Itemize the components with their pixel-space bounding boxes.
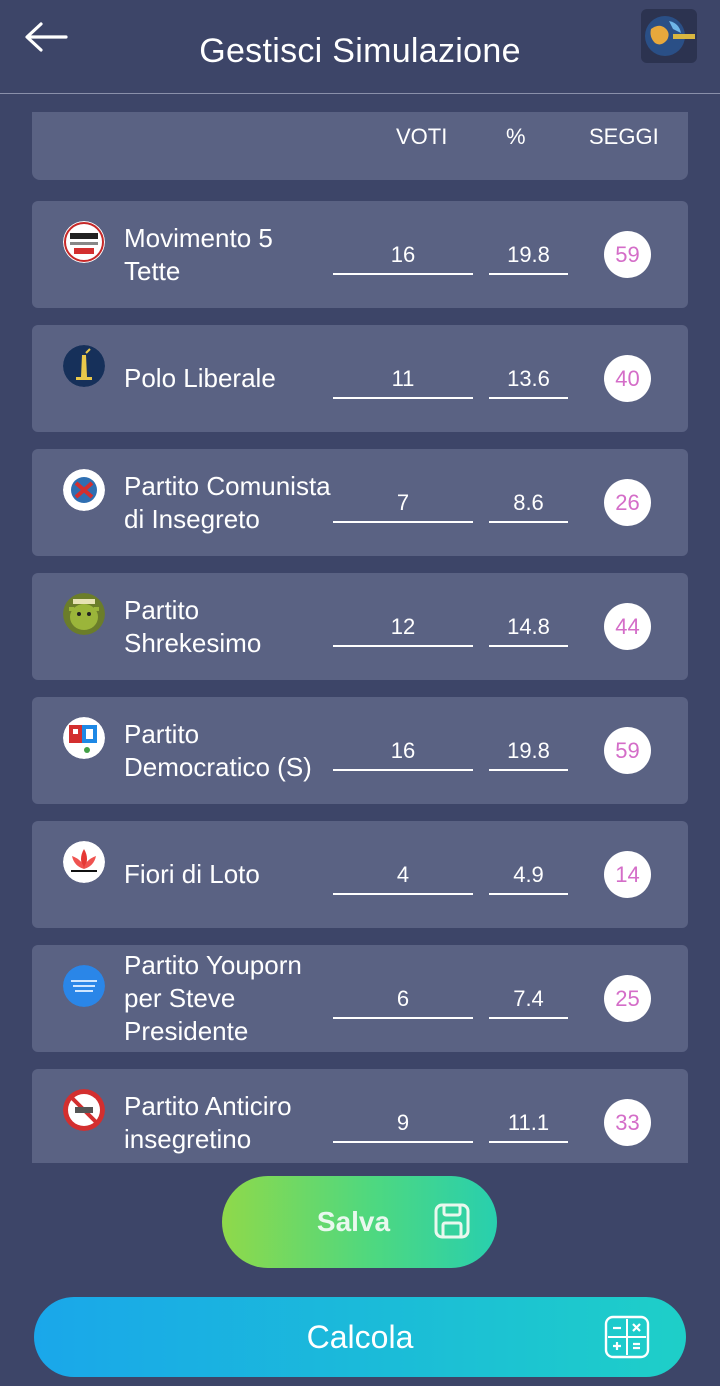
percent-value: 7.4 — [489, 981, 568, 1019]
party-name: Fiori di Loto — [124, 859, 260, 889]
save-button-label: Salva — [316, 1206, 391, 1237]
seggi-badge: 59 — [604, 231, 651, 278]
seggi-badge: 25 — [604, 975, 651, 1022]
shrek-logo-icon — [63, 593, 105, 635]
movimento-logo-icon — [63, 221, 105, 263]
percent-value: 19.8 — [489, 237, 568, 275]
save-floppy-icon — [434, 1203, 470, 1239]
voti-input[interactable]: 9 — [333, 1105, 473, 1143]
globe-logo-icon[interactable] — [641, 9, 697, 63]
column-header-percent: % — [506, 124, 526, 149]
percent-value: 8.6 — [489, 485, 568, 523]
lotus-flower-logo-icon — [63, 841, 105, 883]
table-header: VOTI % SEGGI — [32, 112, 688, 180]
party-name: Partito Comunista di Insegreto — [124, 470, 331, 534]
save-button[interactable]: Salva — [222, 1176, 497, 1268]
party-name: Partito Youporn per Steve Presidente — [124, 950, 302, 1046]
party-name: Partito Democratico (S) — [124, 718, 312, 782]
page-title: Gestisci Simulazione — [199, 32, 521, 70]
party-name: Movimento 5 Tette — [124, 222, 273, 286]
voti-input[interactable]: 4 — [333, 857, 473, 895]
calculator-icon — [604, 1315, 650, 1359]
seggi-badge: 44 — [604, 603, 651, 650]
calculate-button[interactable]: Calcola — [34, 1297, 686, 1377]
seggi-badge: 40 — [604, 355, 651, 402]
party-row: Partito Democratico (S) 16 19.8 59 — [32, 697, 688, 804]
seggi-badge: 33 — [604, 1099, 651, 1146]
hammer-sickle-logo-icon — [63, 469, 105, 511]
party-row: Movimento 5 Tette 16 19.8 59 — [32, 201, 688, 308]
statue-of-liberty-logo-icon — [63, 345, 105, 387]
voti-input[interactable]: 6 — [333, 981, 473, 1019]
voti-input[interactable]: 7 — [333, 485, 473, 523]
seggi-badge: 14 — [604, 851, 651, 898]
party-row: Polo Liberale 11 13.6 40 — [32, 325, 688, 432]
voti-input[interactable]: 16 — [333, 237, 473, 275]
party-row: Partito Shrekesimo 12 14.8 44 — [32, 573, 688, 680]
percent-value: 13.6 — [489, 361, 568, 399]
percent-value: 11.1 — [489, 1105, 568, 1143]
party-list[interactable]: VOTI % SEGGI Movimento 5 Tette 16 19.8 5… — [32, 112, 688, 1163]
party-name: Polo Liberale — [124, 363, 276, 393]
party-name: Partito Shrekesimo — [124, 594, 262, 658]
percent-value: 19.8 — [489, 733, 568, 771]
pd-logo-icon — [63, 717, 105, 759]
column-header-seggi: SEGGI — [589, 124, 659, 149]
voti-input[interactable]: 11 — [333, 361, 473, 399]
top-app-bar: Gestisci Simulazione — [0, 0, 720, 94]
voti-input[interactable]: 12 — [333, 609, 473, 647]
party-row: Fiori di Loto 4 4.9 14 — [32, 821, 688, 928]
party-row: Partito Youporn per Steve Presidente 6 7… — [32, 945, 688, 1052]
seggi-badge: 26 — [604, 479, 651, 526]
percent-value: 14.8 — [489, 609, 568, 647]
no-ciro-logo-icon — [63, 1089, 105, 1131]
blue-circle-logo-icon — [63, 965, 105, 1007]
seggi-badge: 59 — [604, 727, 651, 774]
percent-value: 4.9 — [489, 857, 568, 895]
calculate-button-label: Calcola — [306, 1319, 414, 1355]
party-row: Partito Comunista di Insegreto 7 8.6 26 — [32, 449, 688, 556]
party-row: Partito Anticiro insegretino 9 11.1 33 — [32, 1069, 688, 1163]
party-name: Partito Anticiro insegretino — [124, 1090, 292, 1154]
voti-input[interactable]: 16 — [333, 733, 473, 771]
column-header-voti: VOTI — [396, 124, 448, 149]
